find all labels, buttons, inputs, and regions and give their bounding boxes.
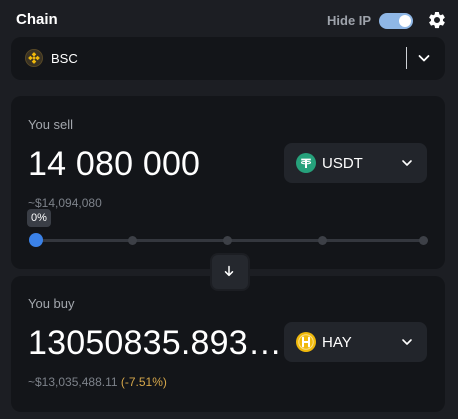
sell-token-name: USDT xyxy=(322,155,363,172)
slider-stop-50[interactable] xyxy=(223,236,232,245)
sell-amount-input[interactable]: 14 080 000 xyxy=(28,145,200,184)
swap-direction-button[interactable] xyxy=(210,253,250,291)
gear-icon[interactable] xyxy=(427,10,447,30)
arrow-down-icon xyxy=(224,265,234,277)
chevron-down-icon xyxy=(402,160,412,166)
chevron-down-icon xyxy=(402,339,412,345)
percent-tooltip: 0% xyxy=(27,209,51,227)
page-title: Chain xyxy=(16,11,58,28)
buy-label: You buy xyxy=(28,296,75,311)
slider-stop-100[interactable] xyxy=(419,236,428,245)
sell-token-selector[interactable]: USDT xyxy=(284,143,427,183)
bsc-icon xyxy=(25,49,43,67)
sell-usd-value: ~$14,094,080 xyxy=(28,196,102,210)
buy-amount: 13050835.893… xyxy=(28,324,283,362)
buy-token-selector[interactable]: HAY xyxy=(284,322,427,362)
chain-label: BSC xyxy=(51,51,78,66)
buy-token-name: HAY xyxy=(322,334,352,351)
buy-usd-value: ~$13,035,488.11 (-7.51%) xyxy=(28,375,167,389)
slider-stop-75[interactable] xyxy=(318,236,327,245)
divider xyxy=(406,47,407,69)
sell-label: You sell xyxy=(28,117,74,132)
toggle-knob xyxy=(399,15,411,27)
hide-ip-label: Hide IP xyxy=(327,13,372,28)
slider-stop-25[interactable] xyxy=(128,236,137,245)
chain-selector[interactable]: BSC xyxy=(11,37,445,80)
percent-slider-handle[interactable] xyxy=(29,233,43,247)
buy-usd-amount: ~$13,035,488.11 xyxy=(28,375,118,389)
price-impact: (-7.51%) xyxy=(120,375,167,389)
hide-ip-toggle[interactable] xyxy=(379,13,413,29)
hay-icon xyxy=(296,332,316,352)
chevron-down-icon[interactable] xyxy=(417,51,431,65)
usdt-icon xyxy=(296,153,316,173)
